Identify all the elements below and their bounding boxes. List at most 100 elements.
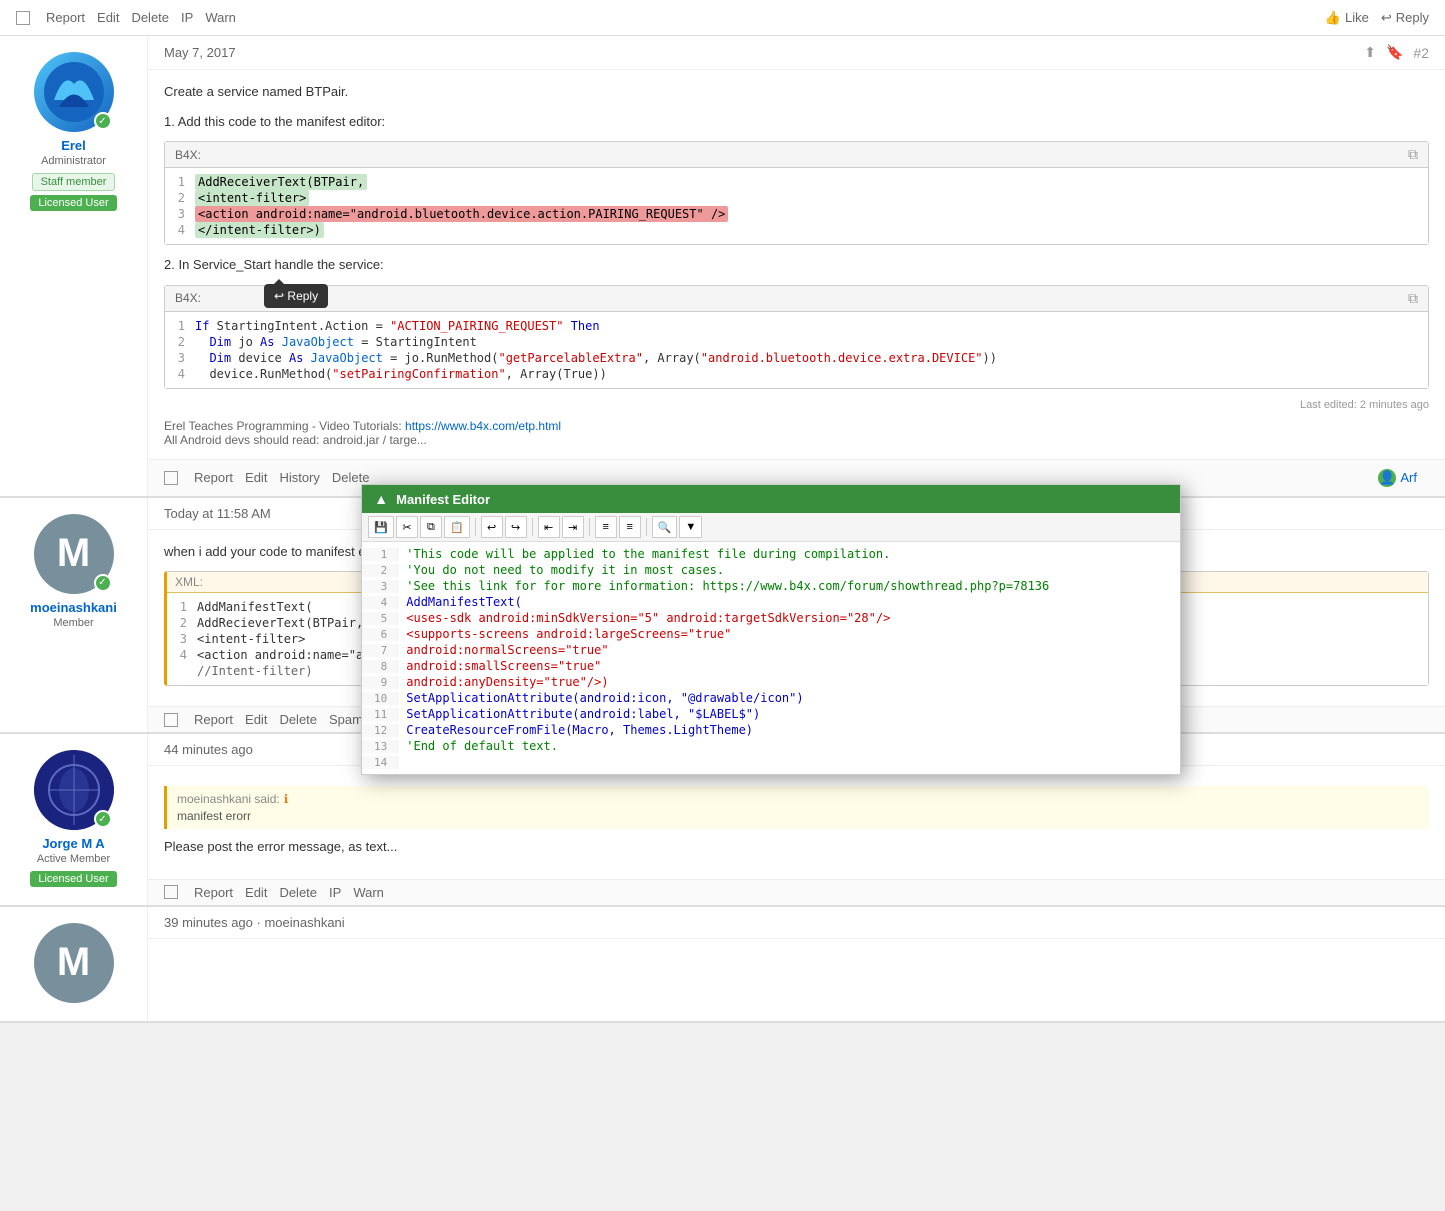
manifest-indent-right-btn[interactable]: ⇥ — [562, 516, 584, 538]
thumbs-up-icon: 👍 — [1325, 10, 1341, 26]
manifest-line-3: 3 'See this link for for more informatio… — [362, 578, 1180, 594]
post1-body: Create a service named BTPair. 1. Add th… — [148, 70, 1445, 459]
manifest-line-9: 9 android:anyDensity="true"/>) — [362, 674, 1180, 690]
toolbar-sep2 — [532, 518, 533, 536]
post1-date: May 7, 2017 — [164, 45, 236, 60]
post3-sidebar: ✓ Jorge M A Active Member Licensed User — [0, 734, 148, 905]
post1-user-role: Administrator — [41, 155, 106, 167]
manifest-save-btn[interactable]: 💾 — [368, 516, 394, 538]
post3-quote-author: moeinashkani said: ℹ — [177, 792, 1419, 806]
post4-sidebar: M — [0, 907, 148, 1021]
post3-username[interactable]: Jorge M A — [42, 836, 104, 851]
post1-sidebar: ✓ Erel Administrator Staff member Licens… — [0, 36, 148, 496]
share-icon[interactable]: ⬆ — [1364, 44, 1376, 61]
post1-code1-body: 1 AddReceiverText(BTPair, 2 <intent-filt… — [165, 168, 1428, 244]
arf-badge: 👤 Arf — [1366, 465, 1429, 491]
post1-warn-link[interactable]: Warn — [205, 10, 236, 25]
post1-etp-link[interactable]: https://www.b4x.com/etp.html — [405, 419, 561, 433]
toolbar-sep — [475, 518, 476, 536]
post1-code1-copy-btn[interactable]: ⧉ — [1408, 146, 1418, 163]
manifest-redo-btn[interactable]: ↪ — [505, 516, 527, 538]
post2-delete[interactable]: Delete — [279, 712, 317, 727]
post1-bottom-delete[interactable]: Delete — [332, 470, 370, 485]
manifest-align-left-btn[interactable]: ≡ — [595, 516, 617, 538]
manifest-align-right-btn[interactable]: ≡ — [619, 516, 641, 538]
post1-bottom-history[interactable]: History — [279, 470, 319, 485]
post1-checkbox[interactable] — [16, 11, 30, 25]
post1-username[interactable]: Erel — [61, 138, 86, 153]
post1-ip-link[interactable]: IP — [181, 10, 193, 25]
post1-like-button[interactable]: 👍 Like — [1325, 10, 1369, 26]
code-line: 4 </intent-filter>) — [165, 222, 1428, 238]
reply-tooltip[interactable]: ↩ Reply — [264, 284, 328, 308]
post1-edit-link[interactable]: Edit — [97, 10, 119, 25]
post1-content: May 7, 2017 ⬆ 🔖 #2 Create a service name… — [148, 36, 1445, 496]
post2-username[interactable]: moeinashkani — [30, 600, 117, 615]
manifest-search-btn[interactable]: 🔍 — [652, 516, 678, 538]
post3-edit[interactable]: Edit — [245, 885, 267, 900]
post2-sidebar: M ✓ moeinashkani Member — [0, 498, 148, 733]
post1-arf-like: 👤 Arf — [1366, 465, 1429, 491]
post2-spam[interactable]: Spam — [329, 712, 363, 727]
post4-avatar: M — [34, 923, 114, 1003]
post3-delete[interactable]: Delete — [279, 885, 317, 900]
post3-online-badge: ✓ — [94, 810, 112, 828]
post3-checkbox[interactable] — [164, 885, 178, 899]
post1-reply-button[interactable]: ↩ Reply — [1381, 10, 1429, 26]
post1-step2: 2. In Service_Start handle the service: — [164, 255, 1429, 275]
post1-avatar-container: ✓ — [34, 52, 114, 132]
arf-username[interactable]: Arf — [1400, 470, 1417, 485]
manifest-line-1: 1 'This code will be applied to the mani… — [362, 546, 1180, 562]
post1-left-actions: Report Edit Delete IP Warn — [16, 10, 236, 25]
manifest-editor-toolbar: 💾 ✂ ⧉ 📋 ↩ ↪ ⇤ ⇥ ≡ ≡ 🔍 ▼ — [362, 513, 1180, 542]
post1-bottom-checkbox[interactable] — [164, 471, 178, 485]
manifest-line-2: 2 'You do not need to modify it in most … — [362, 562, 1180, 578]
post1-last-edited: Last edited: 2 minutes ago — [164, 399, 1429, 411]
post4-date: 39 minutes ago · moeinashkani — [164, 915, 345, 930]
manifest-copy-btn[interactable]: ⧉ — [420, 516, 442, 538]
arf-avatar: 👤 — [1378, 469, 1396, 487]
manifest-editor-code[interactable]: 1 'This code will be applied to the mani… — [362, 542, 1180, 774]
code-line: 2 <intent-filter> — [165, 190, 1428, 206]
post2-checkbox[interactable] — [164, 713, 178, 727]
manifest-cut-btn[interactable]: ✂ — [396, 516, 418, 538]
manifest-undo-btn[interactable]: ↩ — [481, 516, 503, 538]
post1-bottom-left: Report Edit History Delete — [164, 470, 369, 485]
post3-quote: moeinashkani said: ℹ manifest erorr — [164, 786, 1429, 829]
manifest-line-7: 7 android:normalScreens="true" — [362, 642, 1180, 658]
post3-ip[interactable]: IP — [329, 885, 341, 900]
manifest-more-btn[interactable]: ▼ — [679, 516, 702, 538]
toolbar-sep3 — [589, 518, 590, 536]
post1-header: May 7, 2017 ⬆ 🔖 #2 — [148, 36, 1445, 70]
manifest-paste-btn[interactable]: 📋 — [444, 516, 470, 538]
bookmark-icon[interactable]: 🔖 — [1386, 44, 1403, 61]
post1-code-block-2: B4X: ⧉ 1 If StartingIntent.Action = "ACT… — [164, 285, 1429, 389]
manifest-editor-icon: ▲ — [374, 491, 388, 507]
post3-body: moeinashkani said: ℹ manifest erorr Plea… — [148, 766, 1445, 879]
post4-avatar-container: M — [34, 923, 114, 1003]
code-line: 2 Dim jo As JavaObject = StartingIntent — [165, 334, 1428, 350]
post1-code2-copy-btn[interactable]: ⧉ — [1408, 290, 1418, 307]
post1-bottom-edit[interactable]: Edit — [245, 470, 267, 485]
post1-code2-header: B4X: ⧉ — [165, 286, 1428, 312]
post3-bottom-left: Report Edit Delete IP Warn — [164, 885, 384, 900]
post3-report[interactable]: Report — [194, 885, 233, 900]
manifest-line-12: 12 CreateResourceFromFile(Macro, Themes.… — [362, 722, 1180, 738]
post1-delete-link[interactable]: Delete — [131, 10, 169, 25]
post1-code2-body: 1 If StartingIntent.Action = "ACTION_PAI… — [165, 312, 1428, 388]
post3-warn[interactable]: Warn — [353, 885, 384, 900]
post2-edit[interactable]: Edit — [245, 712, 267, 727]
post1-report-link[interactable]: Report — [46, 10, 85, 25]
manifest-indent-left-btn[interactable]: ⇤ — [538, 516, 560, 538]
post1-bottom-report[interactable]: Report — [194, 470, 233, 485]
info-icon: ℹ — [284, 792, 289, 806]
code-line: 1 If StartingIntent.Action = "ACTION_PAI… — [165, 318, 1428, 334]
post3-user-role: Active Member — [37, 853, 110, 865]
post4-content: 39 minutes ago · moeinashkani — [148, 907, 1445, 1021]
post2-report[interactable]: Report — [194, 712, 233, 727]
post3-text: Please post the error message, as text..… — [164, 837, 1429, 857]
post3-avatar-container: ✓ — [34, 750, 114, 830]
manifest-line-11: 11 SetApplicationAttribute(android:label… — [362, 706, 1180, 722]
post4-header: 39 minutes ago · moeinashkani — [148, 907, 1445, 939]
post1-online-badge: ✓ — [94, 112, 112, 130]
